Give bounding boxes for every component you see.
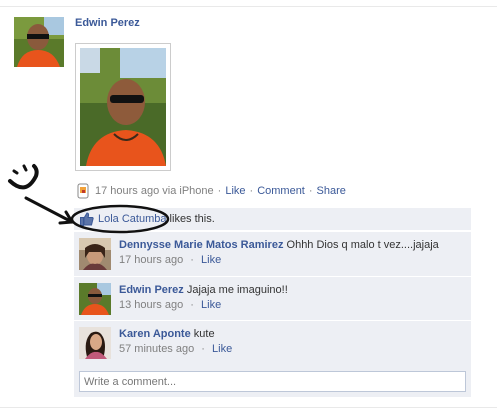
- write-comment-input[interactable]: [79, 371, 466, 392]
- like-link[interactable]: Like: [225, 185, 245, 197]
- comment-link[interactable]: Comment: [257, 185, 305, 197]
- separator: ·: [201, 343, 205, 355]
- comment-meta: 57 minutes ago · Like: [119, 342, 232, 356]
- top-divider: [0, 6, 497, 7]
- bottom-divider: [0, 407, 497, 408]
- comment-author[interactable]: Dennysse Marie Matos Ramirez: [119, 239, 283, 251]
- separator: ·: [249, 184, 254, 197]
- separator: ·: [190, 299, 194, 311]
- commenter-avatar[interactable]: [79, 238, 111, 270]
- post-meta-row: 17 hours ago via iPhone · Like · Comment…: [75, 183, 346, 198]
- post-photo[interactable]: [75, 43, 171, 171]
- comment-text: Jajaja me imaguino!!: [186, 284, 288, 296]
- comment-item: Karen Aponte kute 57 minutes ago · Like: [74, 320, 471, 365]
- comment-timestamp[interactable]: 57 minutes ago: [119, 343, 194, 355]
- comment-author[interactable]: Edwin Perez: [119, 284, 184, 296]
- arrow-annotation: [24, 196, 74, 225]
- share-link[interactable]: Share: [317, 185, 346, 197]
- commenter-avatar[interactable]: [79, 283, 111, 315]
- comment-like-link[interactable]: Like: [201, 299, 221, 311]
- comment-like-link[interactable]: Like: [212, 343, 232, 355]
- write-comment-area: [74, 365, 471, 397]
- post-timestamp[interactable]: 17 hours ago via iPhone: [95, 185, 214, 197]
- separator: ·: [217, 184, 222, 197]
- likes-suffix: likes this.: [166, 213, 215, 225]
- iphone-app-icon: [75, 183, 91, 199]
- comment-like-link[interactable]: Like: [201, 254, 221, 266]
- comment-author[interactable]: Karen Aponte: [119, 328, 191, 340]
- likes-row: Lola Catumba likes this.: [74, 208, 471, 230]
- liker-name[interactable]: Lola Catumba: [98, 213, 167, 225]
- comment-item: Dennysse Marie Matos Ramirez Ohhh Dios q…: [74, 231, 471, 276]
- comment-body: Karen Aponte kute: [119, 327, 215, 341]
- smiley-annotation: [8, 164, 39, 190]
- thumbs-up-icon: [80, 212, 94, 226]
- author-avatar[interactable]: [14, 17, 64, 67]
- comment-body: Dennysse Marie Matos Ramirez Ohhh Dios q…: [119, 238, 439, 252]
- post-author-name[interactable]: Edwin Perez: [75, 17, 140, 29]
- comment-timestamp[interactable]: 13 hours ago: [119, 299, 183, 311]
- comment-item: Edwin Perez Jajaja me imaguino!! 13 hour…: [74, 276, 471, 320]
- comment-text: kute: [193, 328, 215, 340]
- separator: ·: [308, 184, 313, 197]
- comment-text: Ohhh Dios q malo t vez....jajaja: [286, 239, 439, 251]
- comment-timestamp[interactable]: 17 hours ago: [119, 254, 183, 266]
- comment-meta: 17 hours ago · Like: [119, 253, 221, 267]
- comment-body: Edwin Perez Jajaja me imaguino!!: [119, 283, 288, 297]
- separator: ·: [190, 254, 194, 266]
- commenter-avatar[interactable]: [79, 327, 111, 359]
- comment-meta: 13 hours ago · Like: [119, 298, 221, 312]
